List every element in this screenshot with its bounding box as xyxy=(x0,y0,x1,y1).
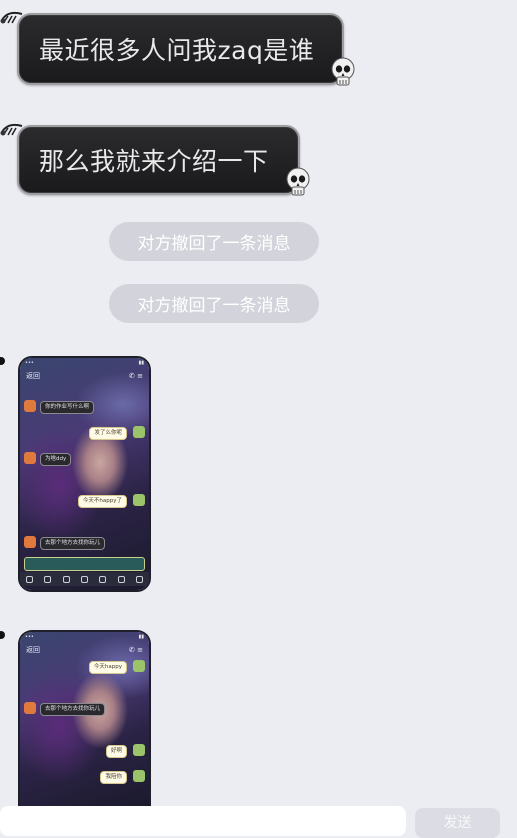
screenshot-status-bar: ••• ▮▮ xyxy=(25,360,144,366)
menu-icon: ≡ xyxy=(137,372,143,380)
recall-text: 对方撤回了一条消息 xyxy=(137,296,291,316)
screenshot-status-bar: ••• ▮▮ xyxy=(25,634,144,640)
avatar-dot xyxy=(0,357,5,365)
mini-avatar xyxy=(133,770,145,782)
screenshot-input xyxy=(24,557,145,571)
screenshot-back-label: 返回 xyxy=(26,646,40,654)
screenshot-row: 你的作业写什么啊 xyxy=(24,400,145,414)
recall-notice: 对方撤回了一条消息 xyxy=(109,222,319,261)
screenshot-bubble: 好啊 xyxy=(105,745,127,758)
mini-avatar xyxy=(24,452,36,464)
phone-icon: ✆ xyxy=(129,372,135,380)
recall-notice: 对方撤回了一条消息 xyxy=(109,284,319,323)
message-bubble[interactable]: 那么我就来介绍一下 xyxy=(17,125,300,195)
screenshot-bubble: 为啥ddy xyxy=(40,453,72,466)
mini-avatar xyxy=(24,400,36,412)
send-button[interactable]: 发送 xyxy=(415,808,500,838)
message-text: 最近很多人问我zaq是谁 xyxy=(39,36,315,65)
mini-avatar xyxy=(133,426,145,438)
screenshot-bubble: 今天happy xyxy=(88,661,127,674)
screenshot-bubble: 今天不happy了 xyxy=(77,495,127,508)
message-bubble[interactable]: 最近很多人问我zaq是谁 xyxy=(17,13,344,85)
mini-avatar xyxy=(24,536,36,548)
skull-icon xyxy=(285,167,311,197)
screenshot-bubble: 去那个地方去找你玩儿 xyxy=(40,537,106,550)
skull-icon xyxy=(330,57,356,87)
screenshot-bubble: 发了么你呢 xyxy=(89,427,127,440)
mini-avatar xyxy=(133,660,145,672)
screenshot-row: 去那个地方去找你玩儿 xyxy=(24,536,145,550)
image-message[interactable]: ••• ▮▮ 返回 ✆ ≡ 你的作业写什么啊 发了么你呢 为啥ddy 今天不hap… xyxy=(18,356,151,592)
screenshot-nav: 返回 ✆ ≡ xyxy=(20,369,149,383)
message-text: 那么我就来介绍一下 xyxy=(39,147,269,176)
recall-text: 对方撤回了一条消息 xyxy=(137,234,291,254)
phone-icon: ✆ xyxy=(129,646,135,654)
avatar-dot xyxy=(0,631,5,639)
mini-avatar xyxy=(133,744,145,756)
image-message[interactable]: ••• ▮▮ 返回 ✆ ≡ 今天happy 去那个地方去找你玩儿 好啊 我陪你 xyxy=(18,630,151,806)
menu-icon: ≡ xyxy=(137,646,143,654)
screenshot-row: 发了么你呢 xyxy=(24,426,145,440)
screenshot-back-label: 返回 xyxy=(26,372,40,380)
composer-bar: 发送 xyxy=(0,806,517,838)
screenshot-bubble: 我陪你 xyxy=(100,771,127,784)
screenshot-row: 我陪你 xyxy=(24,770,145,784)
screenshot-row: 好啊 xyxy=(24,744,145,758)
screenshot-row: 今天happy xyxy=(24,660,145,674)
screenshot-bubble: 你的作业写什么啊 xyxy=(40,401,95,414)
screenshot-background xyxy=(20,358,149,590)
screenshot-row: 为啥ddy xyxy=(24,452,145,466)
message-input[interactable] xyxy=(0,806,406,836)
screenshot-row: 今天不happy了 xyxy=(24,494,145,508)
screenshot-row: 去那个地方去找你玩儿 xyxy=(24,702,145,716)
screenshot-nav: 返回 ✆ ≡ xyxy=(20,643,149,657)
mini-avatar xyxy=(133,494,145,506)
mini-avatar xyxy=(24,702,36,714)
screenshot-bubble: 去那个地方去找你玩儿 xyxy=(40,703,106,716)
screenshot-toolbar xyxy=(20,572,149,586)
